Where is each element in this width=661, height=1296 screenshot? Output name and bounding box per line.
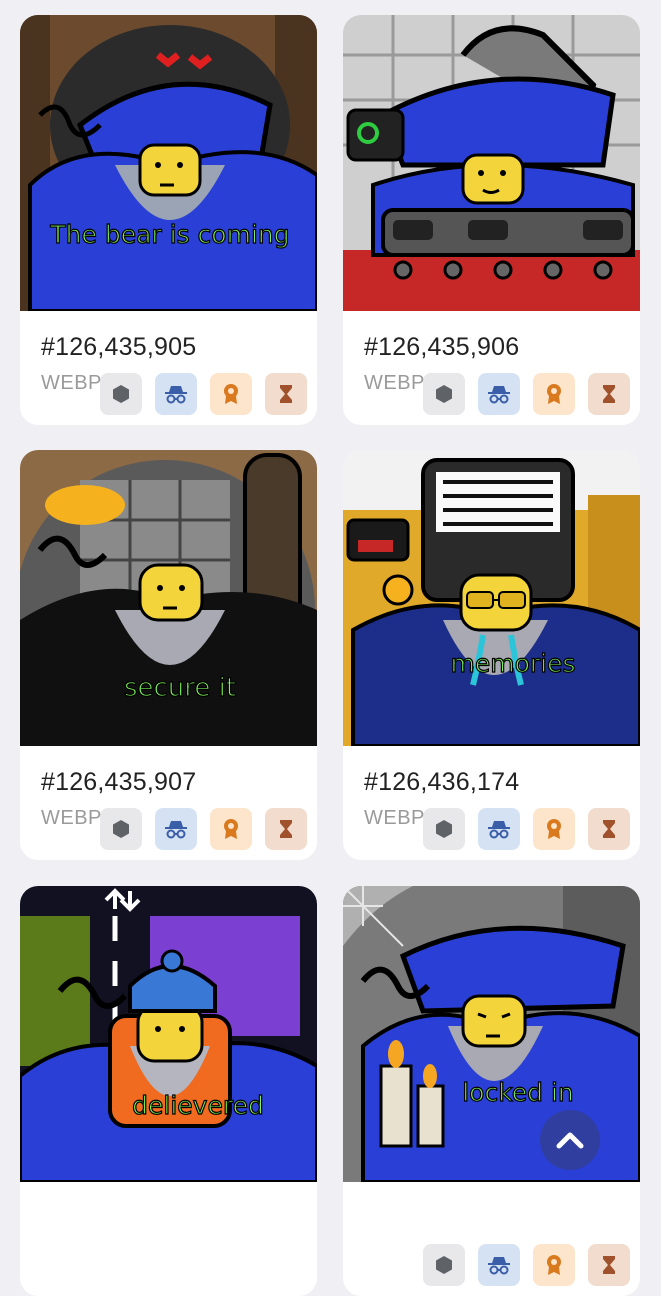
inscription-image[interactable]: The bear is coming	[20, 15, 317, 311]
inscription-card[interactable]: delievered	[20, 886, 317, 1296]
inscription-card[interactable]: secure it #126,435,907 WEBP	[20, 450, 317, 860]
hourglass-icon	[588, 808, 630, 850]
inscription-image[interactable]: secure it	[20, 450, 317, 746]
inscription-number: #126,435,905	[41, 333, 197, 361]
artwork-caption: The bear is coming	[49, 220, 289, 249]
inscription-image[interactable]	[343, 15, 640, 311]
inscription-image[interactable]: delievered	[20, 886, 317, 1182]
hourglass-icon	[588, 373, 630, 415]
trait-badges	[413, 1234, 640, 1296]
inscription-grid: The bear is coming #126,435,905 WEBP #12…	[0, 0, 661, 1296]
inscription-card[interactable]: memories #126,436,174 WEBP	[343, 450, 640, 860]
medal-icon	[533, 1244, 575, 1286]
content-format: WEBP	[364, 807, 425, 829]
hourglass-icon	[265, 808, 307, 850]
chevron-up-icon	[556, 1132, 584, 1149]
inscription-card[interactable]: locked in	[343, 886, 640, 1296]
hourglass-icon	[265, 373, 307, 415]
content-format: WEBP	[41, 807, 102, 829]
artwork-caption: delievered	[132, 1091, 264, 1120]
artwork-caption: memories	[450, 649, 575, 678]
hourglass-icon	[588, 1244, 630, 1286]
inscription-number: #126,435,907	[41, 768, 197, 796]
inscription-card[interactable]: #126,435,906 WEBP	[343, 15, 640, 425]
medal-icon	[210, 373, 252, 415]
content-format: WEBP	[41, 372, 102, 394]
hexagon-icon	[423, 1244, 465, 1286]
inscription-card[interactable]: The bear is coming #126,435,905 WEBP	[20, 15, 317, 425]
inscription-number: #126,435,906	[364, 333, 520, 361]
artwork-caption: secure it	[124, 673, 236, 703]
medal-icon	[210, 808, 252, 850]
artwork-caption: locked in	[462, 1078, 574, 1107]
inscription-image[interactable]: memories	[343, 450, 640, 746]
incognito-icon	[478, 1244, 520, 1286]
medal-icon	[533, 808, 575, 850]
medal-icon	[533, 373, 575, 415]
scroll-to-top-button[interactable]	[540, 1110, 600, 1170]
content-format: WEBP	[364, 372, 425, 394]
inscription-number: #126,436,174	[364, 768, 520, 796]
